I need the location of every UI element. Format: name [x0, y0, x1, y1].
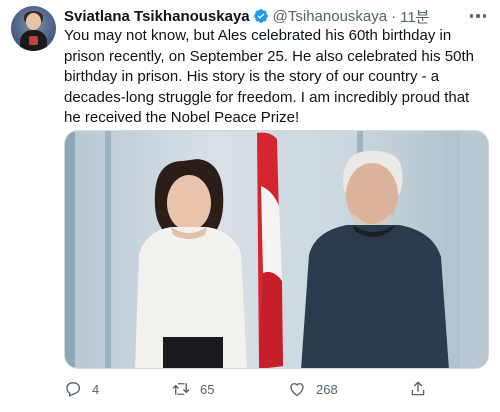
more-options-icon[interactable]: [466, 8, 490, 24]
tweet-header: Sviatlana Tsikhanouskaya @Tsihanouskaya …: [64, 6, 429, 26]
avatar-face: [26, 13, 41, 30]
tweet[interactable]: Sviatlana Tsikhanouskaya @Tsihanouskaya …: [0, 0, 500, 412]
share-button[interactable]: [409, 378, 427, 400]
author-display-name[interactable]: Sviatlana Tsikhanouskaya: [64, 8, 250, 25]
tweet-photo[interactable]: [64, 130, 489, 369]
tweet-timestamp[interactable]: 11분: [400, 6, 429, 27]
avatar-cup: [29, 36, 38, 45]
like-count: 268: [316, 381, 338, 397]
share-icon: [409, 380, 427, 398]
retweet-count: 65: [200, 381, 215, 397]
retweet-icon: [172, 380, 190, 398]
verified-badge-icon: [253, 8, 269, 24]
author-avatar[interactable]: [11, 6, 56, 51]
retweet-button[interactable]: 65: [172, 378, 214, 400]
like-button[interactable]: 268: [288, 378, 338, 400]
reply-button[interactable]: 4: [64, 378, 99, 400]
author-handle[interactable]: @Tsihanouskaya: [273, 8, 387, 25]
photo-two-people-with-flag: [65, 131, 488, 368]
heart-icon: [288, 380, 306, 398]
tweet-actions: 4 65 268: [64, 378, 489, 400]
reply-count: 4: [92, 381, 100, 397]
tweet-text: You may not know, but Ales celebrated hi…: [64, 27, 474, 126]
header-separator: ·: [391, 7, 397, 25]
reply-icon: [64, 380, 82, 398]
